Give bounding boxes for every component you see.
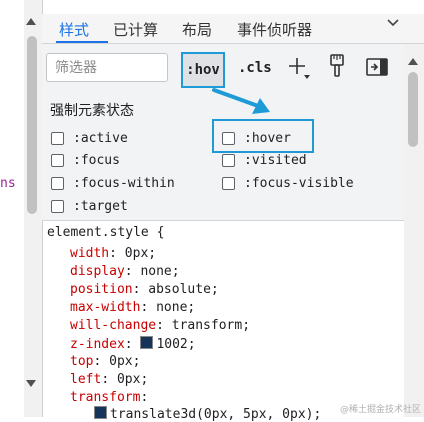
style-declaration[interactable]: left: 0px; xyxy=(70,372,148,387)
color-swatch-icon[interactable] xyxy=(140,336,154,349)
elements-panel-fragment: ns xyxy=(0,176,16,191)
scroll-up-arrow-icon[interactable] xyxy=(26,18,36,25)
checkbox-icon[interactable] xyxy=(51,153,64,167)
checkbox-icon[interactable] xyxy=(51,199,64,213)
state-focus-visible-checkbox[interactable]: :focus-visible xyxy=(222,174,354,192)
cls-toggle-button[interactable]: .cls xyxy=(238,60,272,76)
state-target-checkbox[interactable]: :target xyxy=(51,197,128,215)
checkbox-icon[interactable] xyxy=(222,153,235,167)
styles-tab-bar: 样式 已计算 布局 事件侦听器 xyxy=(42,14,424,44)
style-declaration[interactable]: width: 0px; xyxy=(70,246,156,261)
elements-scrollbar[interactable] xyxy=(24,0,43,417)
tab-computed[interactable]: 已计算 xyxy=(113,19,158,40)
style-rule-selector: element.style { xyxy=(47,225,165,240)
filter-input[interactable]: 筛选器 xyxy=(46,53,168,82)
hover-highlight-box xyxy=(212,119,314,153)
transform-value[interactable]: translate3d(0px, 5px, 0px); xyxy=(94,406,321,422)
state-focus-checkbox[interactable]: :focus xyxy=(51,151,120,169)
checkbox-icon[interactable] xyxy=(222,176,235,190)
hov-toggle-button[interactable]: :hov xyxy=(181,52,225,88)
force-state-title: 强制元素状态 xyxy=(50,103,134,119)
scrollbar-thumb[interactable] xyxy=(408,72,418,147)
checkbox-icon[interactable] xyxy=(51,131,64,145)
tab-layout[interactable]: 布局 xyxy=(182,19,212,40)
scrollbar-thumb[interactable] xyxy=(27,36,37,214)
scroll-up-arrow-icon[interactable] xyxy=(408,58,418,65)
new-style-rule-icon[interactable] xyxy=(287,56,310,79)
style-declaration[interactable]: transform: xyxy=(70,390,148,405)
state-focus-within-checkbox[interactable]: :focus-within xyxy=(51,174,175,192)
scroll-down-arrow-icon[interactable] xyxy=(26,380,36,387)
checkbox-icon[interactable] xyxy=(51,176,64,190)
computed-styles-brush-icon[interactable] xyxy=(328,54,346,78)
state-visited-checkbox[interactable]: :visited xyxy=(222,151,307,169)
function-swatch-icon[interactable] xyxy=(94,406,107,419)
style-declaration[interactable]: will-change: transform; xyxy=(70,318,250,333)
styles-scrollbar[interactable] xyxy=(404,44,424,417)
annotation-arrow-icon xyxy=(210,84,280,124)
watermark: @稀土掘金技术社区 xyxy=(340,405,422,415)
tab-event-listeners[interactable]: 事件侦听器 xyxy=(237,19,312,40)
style-declaration[interactable]: display: none; xyxy=(70,264,180,279)
state-active-checkbox[interactable]: :active xyxy=(51,129,128,147)
tab-styles[interactable]: 样式 xyxy=(59,19,89,40)
style-declaration[interactable]: max-width: none; xyxy=(70,300,195,315)
active-tab-indicator xyxy=(56,41,108,43)
chevron-down-icon[interactable] xyxy=(386,16,400,34)
style-declaration[interactable]: top: 0px; xyxy=(70,354,140,369)
toggle-sidebar-icon[interactable] xyxy=(366,58,388,76)
style-declaration[interactable]: z-index: 1002; xyxy=(70,336,196,352)
style-declaration[interactable]: position: absolute; xyxy=(70,282,219,297)
